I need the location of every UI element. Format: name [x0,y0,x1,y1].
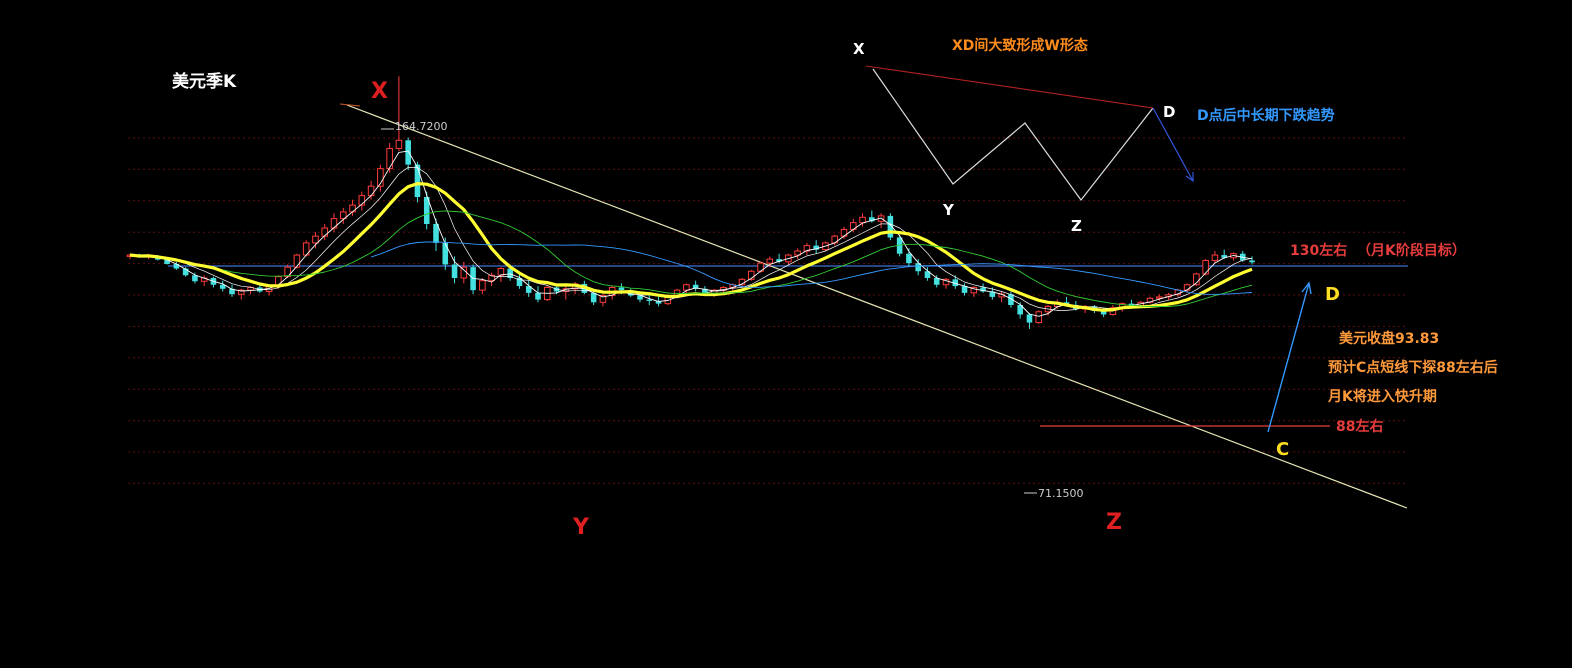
candle [803,242,811,256]
quarterly-candlestick-chart: 164.7200 71.1500 美元季K X Y Z C D 130左右 （月… [126,37,1498,540]
candle-body [405,140,411,165]
w-pattern-label-z: Z [1071,217,1082,235]
close-annotation: 美元收盘93.83 [1339,330,1439,347]
candle-body [1183,284,1191,291]
wave-label-z: Z [1106,510,1122,535]
candle [358,191,366,211]
candle-body [367,185,375,197]
candle [479,278,486,295]
candle [562,286,570,300]
ma-line-18 [222,210,1253,307]
w-pattern-title: XD间大致形成W形态 [952,37,1088,54]
high-price-label: 164.7200 [395,120,448,133]
candle [970,286,978,297]
candle-body [1249,260,1255,263]
guide-level-label: 130左右 （月K阶段目标） [1290,242,1466,259]
candle [794,248,801,260]
candle [200,275,208,287]
candle-body [293,254,301,268]
w-pattern-diagram: X Y Z D XD间大致形成W形态 D点后中长期下跌趋势 [853,37,1335,235]
horizontal-gridlines [128,137,1408,484]
candle [535,286,541,303]
wave-label-y: Y [572,515,590,540]
forecast-annotation: 预计C点短线下探88左右后 [1328,359,1498,376]
candle-body [451,264,458,278]
candle [998,291,1005,303]
candle [460,261,468,284]
w-pattern-label-x: X [853,40,865,58]
candle [423,191,430,230]
candle-body [646,299,653,301]
w-pattern-path [872,68,1154,201]
candle-body [1202,259,1209,275]
candle-body [460,266,468,279]
candle [915,259,921,276]
w-pattern-arrow-head [1185,172,1194,183]
candle-body [321,227,329,237]
candle-body [766,258,774,264]
candle-body [859,216,866,224]
ma-line-3 [129,150,1253,317]
candle-body [395,139,403,149]
candle [525,280,532,297]
w-pattern-label-d: D [1163,103,1175,121]
candle-body [312,235,319,244]
candle-body [1155,296,1163,299]
candle [302,240,310,257]
w-pattern-note: D点后中长期下跌趋势 [1197,107,1335,124]
candle-body [349,204,356,213]
candle [942,278,950,289]
candle [1035,310,1043,324]
chart-title: 美元季K [172,71,237,92]
candle-group [126,76,1255,329]
candle [1211,251,1219,264]
outlook-annotation: 月K将进入快升期 [1327,388,1437,405]
wave-label-x: X [371,79,388,104]
candle-body [1211,254,1219,261]
candle-body [1035,311,1043,324]
candle-body [192,275,198,282]
moving-average-group [129,150,1253,317]
candle-body [330,218,338,229]
candle [219,280,226,292]
wave-label-c: C [1276,439,1289,460]
candle [451,256,458,284]
w-pattern-xd-line [865,65,1154,109]
candle [980,283,986,293]
candle-body [414,164,421,197]
low-price-label: 71.1500 [1038,487,1084,500]
candle [683,283,690,295]
wave-label-d: D [1325,284,1340,305]
candle [377,164,384,192]
candle-body [442,242,449,265]
support-level-label: 88左右 [1336,418,1383,435]
candle-body [906,253,912,264]
candle [433,218,439,251]
candle-body [618,287,625,291]
candle [849,218,857,233]
candle [312,232,319,249]
candle-body [535,292,541,300]
candle [470,264,476,295]
candle-body [1026,314,1033,323]
candle [813,240,819,254]
downtrend-line [346,104,1408,509]
candle [692,280,699,292]
candle [877,213,885,229]
candle [395,76,403,152]
candle-body [386,147,393,170]
ma-line-10 [129,182,1253,312]
candle [1026,313,1033,329]
candle-body [479,280,486,291]
w-pattern-label-y: Y [942,201,955,219]
candle-body [683,284,690,291]
candle [933,275,940,288]
